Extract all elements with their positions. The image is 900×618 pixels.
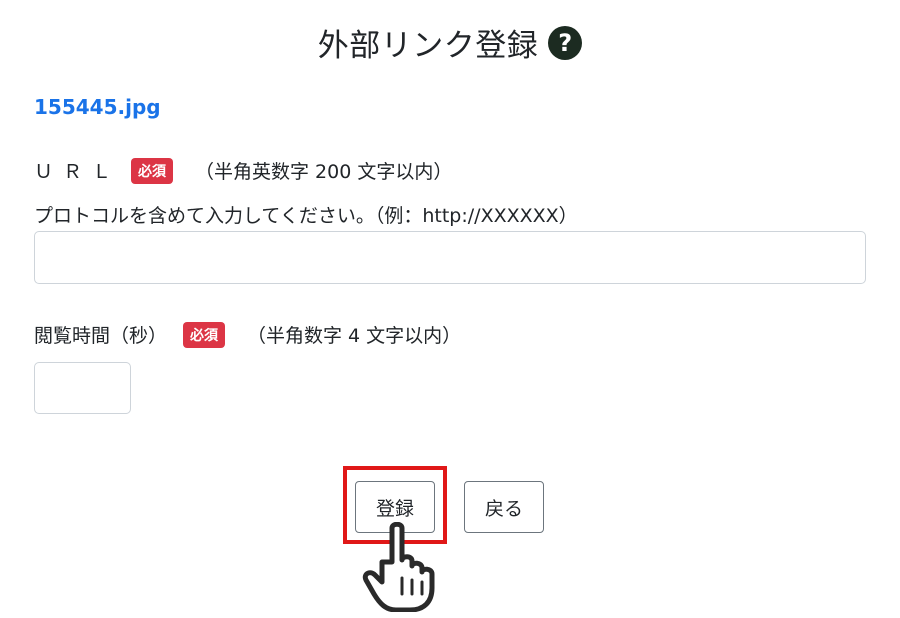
back-button[interactable]: 戻る: [464, 481, 544, 533]
view-time-required-badge: 必須: [183, 321, 226, 348]
url-hint-text: プロトコルを含めて入力してください。（例：http://XXXXXX）: [34, 205, 578, 227]
title-row: 外部リンク登録 ?: [0, 20, 900, 65]
view-time-constraint-text: （半角数字 4 文字以内）: [247, 325, 462, 347]
view-time-label: 閲覧時間（秒）: [34, 325, 168, 347]
url-label-row: ＵＲＬ 必須 （半角英数字 200 文字以内）: [34, 157, 452, 184]
hand-pointer-icon: [362, 522, 435, 612]
url-label: ＵＲＬ: [34, 161, 122, 183]
file-name-link[interactable]: 155445.jpg: [34, 95, 161, 119]
url-constraint-text: （半角英数字 200 文字以内）: [195, 161, 453, 183]
url-required-badge: 必須: [131, 157, 174, 184]
url-input[interactable]: [34, 231, 866, 284]
view-time-input[interactable]: [34, 362, 131, 414]
page-title: 外部リンク登録: [317, 28, 539, 64]
external-link-registration-page: 外部リンク登録 ? 155445.jpg ＵＲＬ 必須 （半角英数字 200 文…: [0, 0, 900, 618]
view-time-label-row: 閲覧時間（秒） 必須 （半角数字 4 文字以内）: [34, 321, 461, 348]
register-button[interactable]: 登録: [355, 481, 435, 533]
help-icon[interactable]: ?: [548, 25, 583, 60]
